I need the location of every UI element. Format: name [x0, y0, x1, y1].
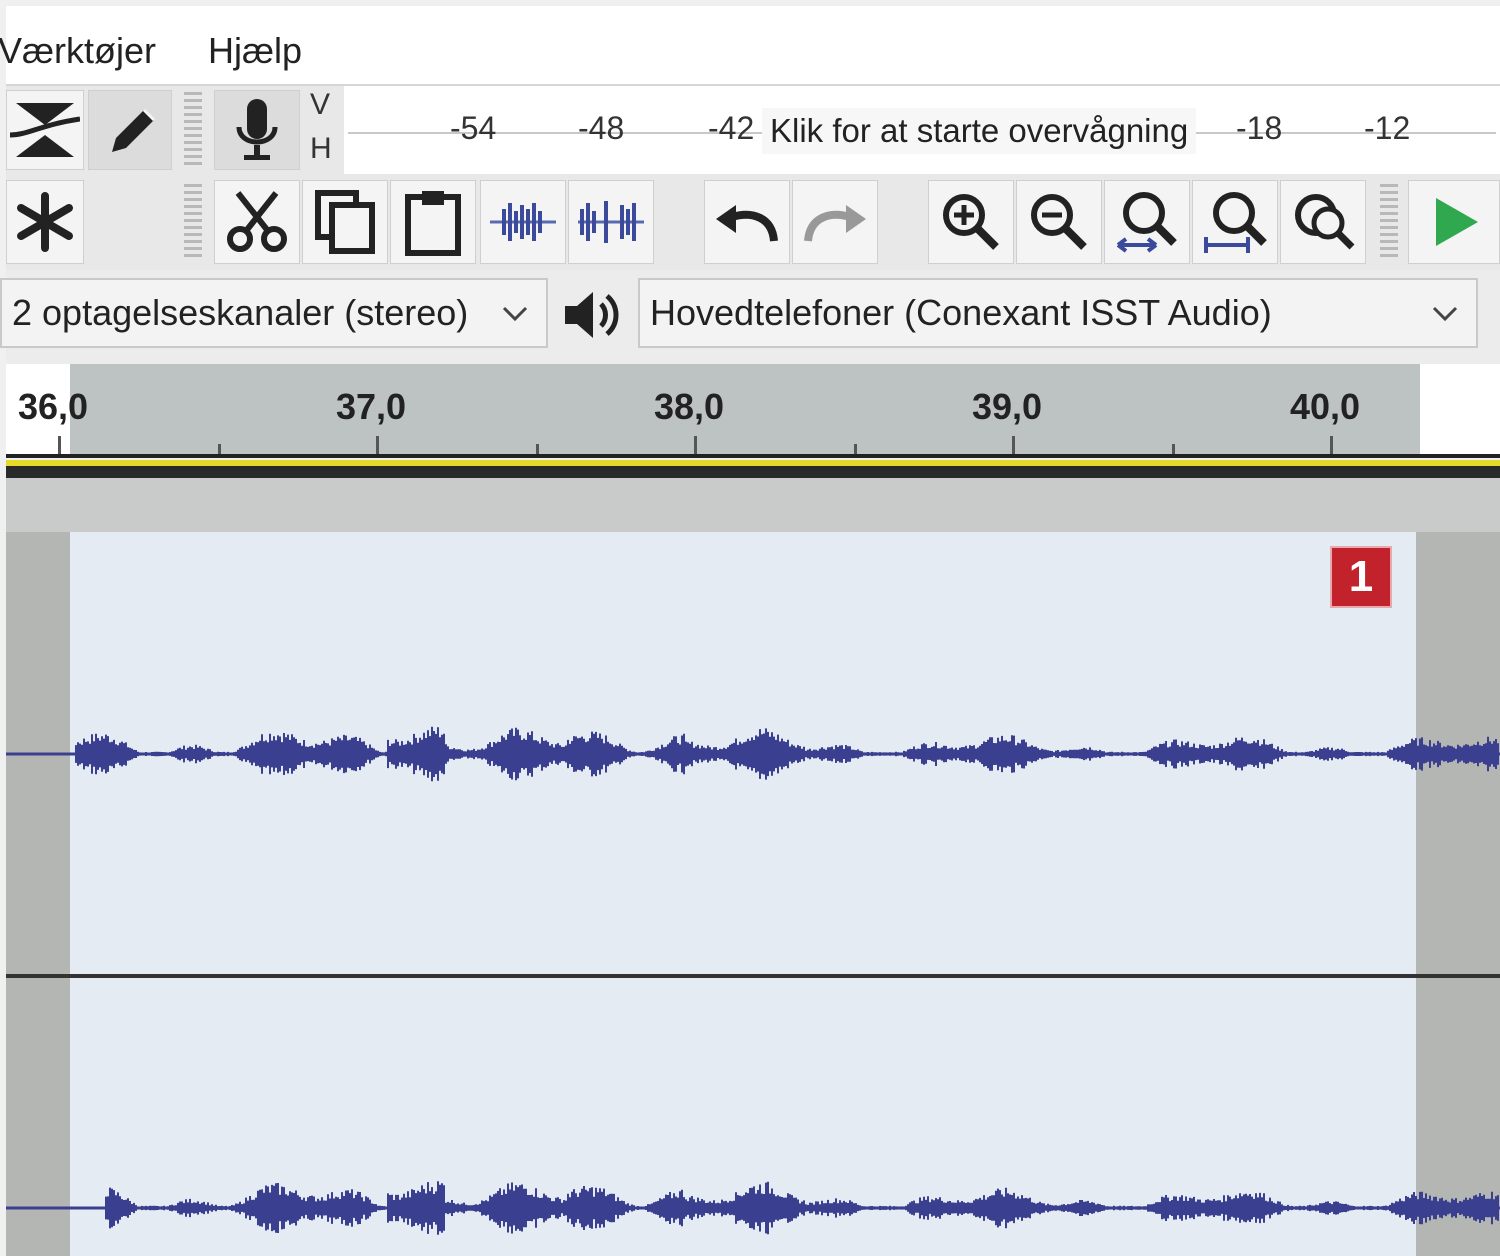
envelope-tool-button[interactable] — [6, 90, 84, 170]
envelope-tool-icon — [10, 103, 80, 157]
trim-button[interactable] — [480, 180, 566, 264]
channel-separator — [6, 974, 1500, 978]
record-meter-button[interactable] — [214, 90, 300, 170]
toolbar-grip[interactable] — [184, 184, 202, 260]
draw-tool-button[interactable] — [88, 90, 172, 170]
zoom-out-icon — [1031, 194, 1087, 250]
ruler-selection — [70, 364, 1420, 456]
ruler-label: 36,0 — [18, 386, 89, 427]
meter-tick: -48 — [578, 110, 625, 146]
toolbar-grip[interactable] — [1380, 184, 1398, 260]
copy-button[interactable] — [302, 180, 388, 264]
meter-tick: -18 — [1236, 110, 1283, 146]
menu-bar: Værktøjer Hjælp — [0, 6, 1500, 86]
ruler-tick — [1330, 436, 1333, 456]
meter-tooltip: Klik for at starte overvågning — [762, 108, 1197, 154]
zoom-toggle-icon — [1295, 194, 1355, 250]
ruler-tick — [58, 436, 61, 456]
menu-help[interactable]: Hjælp — [208, 30, 302, 72]
cut-button[interactable] — [214, 180, 300, 264]
speaker-button[interactable] — [556, 280, 628, 350]
fit-selection-icon — [1116, 192, 1177, 253]
ruler-tick — [694, 436, 697, 456]
microphone-icon — [236, 99, 278, 160]
ruler-label: 40,0 — [1290, 386, 1361, 427]
meter-channel-left: V — [310, 88, 331, 121]
ruler-label: 38,0 — [654, 386, 725, 427]
zoom-out-button[interactable] — [1016, 180, 1102, 264]
ruler-tick — [1012, 436, 1015, 456]
cut-icon — [227, 191, 287, 252]
paste-button[interactable] — [390, 180, 476, 264]
ruler-label: 37,0 — [336, 386, 407, 427]
chevron-down-icon — [502, 306, 528, 322]
ruler-divider — [6, 466, 1500, 478]
zoom-toggle-button[interactable] — [1280, 180, 1366, 264]
audacity-window: Værktøjer Hjælp V H -54 -48 -42 -18 -12 — [0, 0, 1500, 1256]
trim-icon — [490, 203, 556, 241]
redo-icon — [804, 205, 866, 242]
recording-meter[interactable]: -54 -48 -42 -18 -12 Klik for at starte o… — [344, 86, 1500, 174]
timeline-ruler[interactable]: 36,0 37,0 38,0 39,0 40,0 — [6, 364, 1500, 456]
speaker-icon — [565, 292, 619, 338]
ruler-label: 39,0 — [972, 386, 1043, 427]
clip-header[interactable] — [6, 478, 1500, 532]
playback-device-select[interactable]: Hovedtelefoner (Conexant ISST Audio) — [638, 278, 1478, 348]
undo-button[interactable] — [704, 180, 790, 264]
meter-channel-right: H — [310, 132, 332, 165]
silence-icon — [578, 201, 644, 243]
multi-tool-button[interactable] — [6, 180, 84, 264]
chevron-down-icon — [1432, 306, 1458, 322]
silence-button[interactable] — [568, 180, 654, 264]
draw-tool-icon — [112, 108, 156, 152]
meter-tick: -54 — [450, 110, 497, 146]
toolbar-grip[interactable] — [184, 92, 202, 168]
redo-button[interactable] — [792, 180, 878, 264]
copy-icon — [315, 190, 375, 254]
meter-tick: -42 — [708, 110, 755, 146]
undo-icon — [716, 205, 778, 242]
ruler-divider — [6, 454, 1500, 458]
paste-icon — [405, 191, 461, 256]
zoom-in-icon — [943, 194, 999, 250]
fit-project-button[interactable] — [1192, 180, 1278, 264]
fit-project-icon — [1204, 192, 1267, 253]
audio-track[interactable]: 1 — [6, 478, 1500, 1256]
clip-badge: 1 — [1330, 546, 1392, 608]
multi-tool-icon — [17, 192, 73, 252]
waveform[interactable] — [6, 532, 1500, 1256]
ruler-tick — [376, 436, 379, 456]
play-button[interactable] — [1408, 180, 1500, 264]
playback-device-value: Hovedtelefoner (Conexant ISST Audio) — [650, 292, 1272, 333]
recording-channels-select[interactable]: 2 optagelseskanaler (stereo) — [0, 278, 548, 348]
fit-selection-button[interactable] — [1104, 180, 1190, 264]
menu-tools[interactable]: Værktøjer — [0, 30, 156, 72]
meter-tick: -12 — [1364, 110, 1411, 146]
recording-channels-value: 2 optagelseskanaler (stereo) — [12, 292, 469, 333]
play-icon — [1436, 198, 1478, 246]
zoom-in-button[interactable] — [928, 180, 1014, 264]
